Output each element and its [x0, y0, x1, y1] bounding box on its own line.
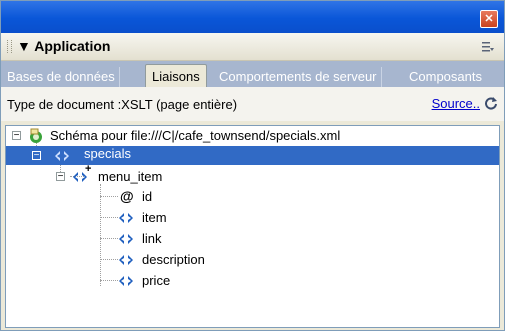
- tab-composants[interactable]: Composants: [409, 67, 482, 87]
- collapse-root-toggle[interactable]: −: [12, 131, 21, 141]
- link-label: link: [142, 231, 162, 246]
- schema-file-icon: [30, 128, 42, 143]
- collapse-specials-toggle[interactable]: −: [32, 151, 41, 161]
- refresh-icon[interactable]: [484, 96, 498, 110]
- element-icon: [119, 255, 133, 265]
- collapse-menu-item-toggle[interactable]: −: [56, 172, 65, 182]
- specials-label: specials: [84, 146, 131, 161]
- tab-bar: Bases de données Liaisons Comportements …: [1, 61, 504, 88]
- id-label: id: [142, 189, 153, 204]
- application-panel-window: ✕ ▼ Application Bases de données Liaison…: [0, 0, 505, 331]
- document-type-bar: Type de document :XSLT (page entière) So…: [1, 87, 504, 121]
- attribute-icon: @: [120, 188, 134, 204]
- schema-root-label: Schéma pour file:///C|/cafe_townsend/spe…: [50, 128, 341, 143]
- schema-tree[interactable]: − Schéma pour file:///C|/cafe_townsend/s…: [5, 125, 500, 328]
- tree-row-link[interactable]: link: [6, 229, 499, 248]
- tab-comportements-de-serveur[interactable]: Comportements de serveur: [219, 67, 382, 87]
- grip-handle[interactable]: [7, 40, 12, 53]
- tree-row-id[interactable]: @ id: [6, 187, 499, 206]
- element-icon: [119, 213, 133, 223]
- close-button[interactable]: ✕: [480, 10, 498, 28]
- tab-bases-de-donnees[interactable]: Bases de données: [7, 67, 120, 87]
- element-icon: [119, 234, 133, 244]
- close-icon: ✕: [484, 12, 494, 25]
- description-label: description: [142, 252, 205, 267]
- document-type-label: Type de document :XSLT (page entière): [7, 97, 238, 112]
- price-label: price: [142, 273, 171, 288]
- tree-row-specials-selected[interactable]: − specials: [6, 146, 499, 165]
- menu-item-label: menu_item: [98, 169, 163, 184]
- panel-header[interactable]: ▼ Application: [1, 33, 504, 61]
- element-icon: [55, 151, 69, 161]
- window-titlebar[interactable]: ✕: [1, 1, 504, 33]
- tree-row-menu-item[interactable]: − + menu_item: [6, 163, 499, 186]
- tab-liaisons[interactable]: Liaisons: [145, 64, 207, 88]
- options-menu-icon[interactable]: [482, 41, 494, 53]
- tree-row-root[interactable]: − Schéma pour file:///C|/cafe_townsend/s…: [6, 126, 499, 145]
- source-link[interactable]: Source..: [432, 96, 480, 111]
- repeat-indicator: +: [85, 163, 92, 175]
- tree-row-item[interactable]: item: [6, 208, 499, 227]
- tree-row-description[interactable]: description: [6, 250, 499, 269]
- tree-row-price[interactable]: price: [6, 271, 499, 290]
- panel-title[interactable]: ▼ Application: [17, 38, 110, 54]
- item-label: item: [142, 210, 167, 225]
- element-icon: [119, 276, 133, 286]
